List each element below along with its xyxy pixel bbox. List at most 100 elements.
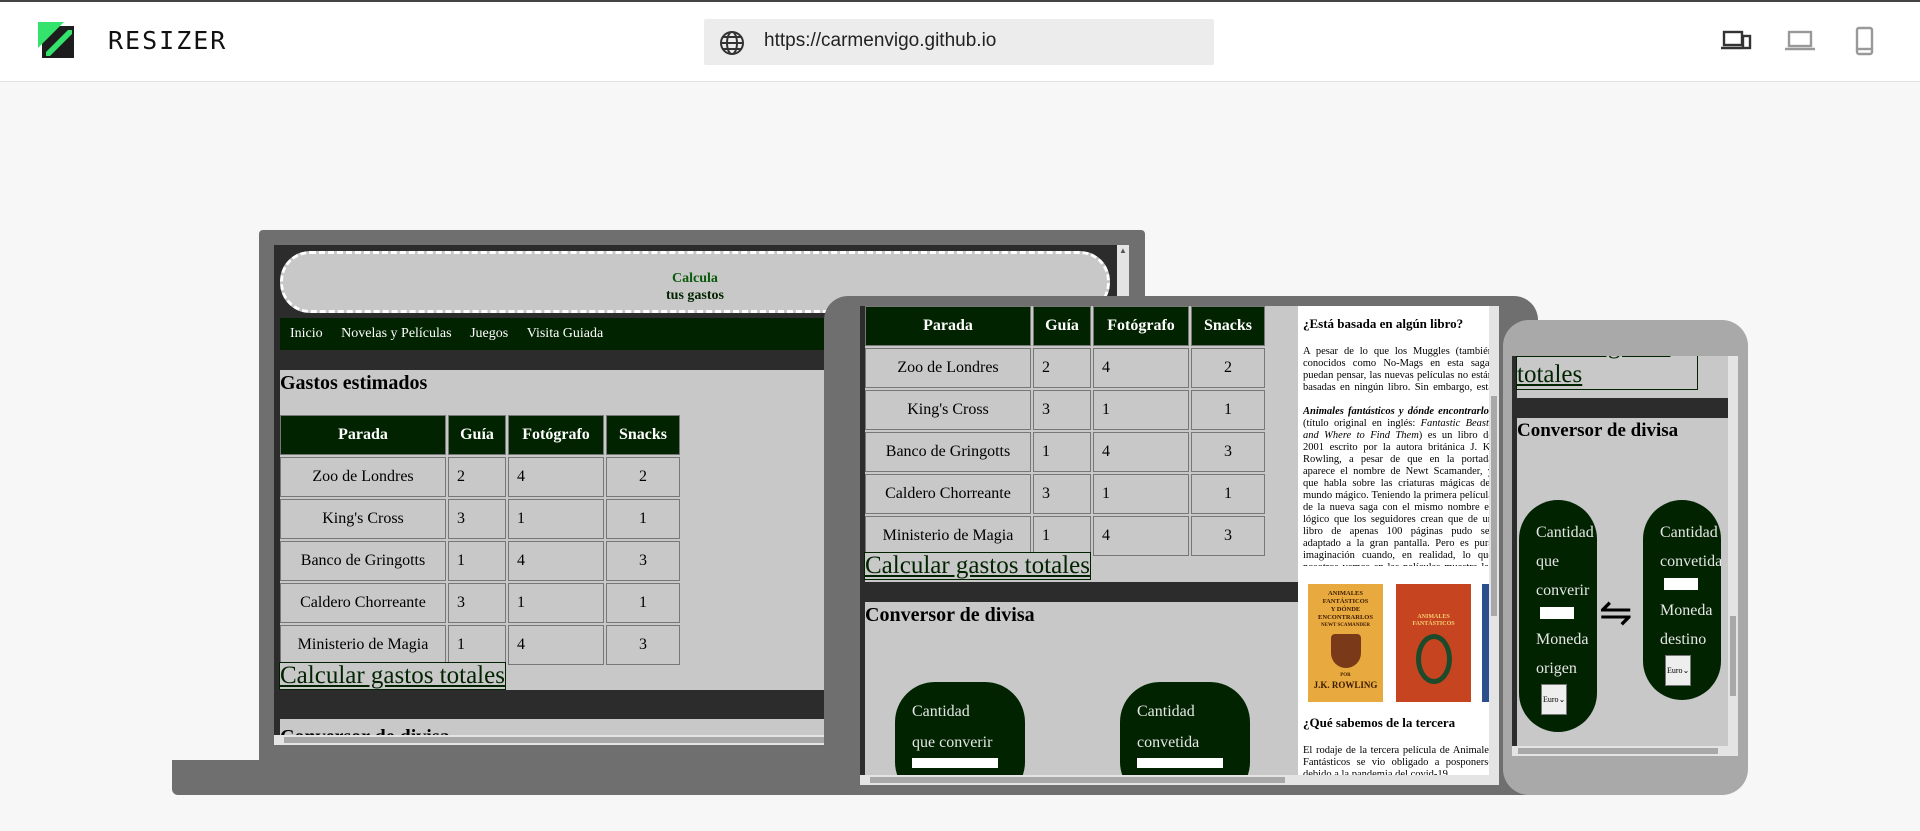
th-snacks: Snacks: [606, 415, 680, 455]
tablet-screen: Parada Guía Fotógrafo Snacks Zoo de Lond…: [860, 306, 1499, 785]
devices-icon[interactable]: [1720, 26, 1752, 56]
cell: 4: [1093, 516, 1189, 556]
url-bar[interactable]: https://carmenvigo.github.io: [704, 19, 1214, 65]
cell: 4: [508, 541, 604, 581]
table-row: King's Cross 3 1 1: [280, 499, 680, 539]
pill-label: Cantidad: [1660, 524, 1718, 541]
cell: 3: [1191, 432, 1265, 472]
th-guia: Guía: [448, 415, 506, 455]
laptop-icon[interactable]: [1784, 26, 1816, 56]
cell: Caldero Chorreante: [280, 583, 446, 623]
book1-line: J.K. ROWLING: [1313, 680, 1378, 690]
book2-line: FANTÁSTICOS: [1412, 621, 1455, 627]
cell: 3: [1033, 474, 1091, 514]
table-row: Ministerio de Magia 1 4 3: [865, 516, 1265, 556]
nav-juegos[interactable]: Juegos: [470, 326, 508, 341]
cell: 3: [448, 499, 506, 539]
table-row: King's Cross 3 1 1: [865, 390, 1265, 430]
table-row: Zoo de Londres 2 4 2: [865, 348, 1265, 388]
target-currency-value[interactable]: Euro: [1667, 666, 1683, 675]
aside-book-title: Animales fantásticos y dónde encontrarlo…: [1303, 406, 1493, 417]
cell: 3: [1033, 390, 1091, 430]
pill-label-1: Cantidad: [1137, 703, 1195, 720]
cell: 1: [1093, 474, 1189, 514]
cell: 2: [448, 457, 506, 497]
aside-question-1: ¿Está basada en algún libro?: [1303, 316, 1464, 331]
cell: 2: [1033, 348, 1091, 388]
table-row: Caldero Chorreante 3 1 1: [280, 583, 680, 623]
phone-icon[interactable]: [1853, 26, 1877, 58]
calc-link[interactable]: Calcular gastos totales: [864, 552, 1091, 580]
globe-icon: [720, 31, 744, 55]
calc-link[interactable]: Calcular gastos totales: [1516, 356, 1698, 390]
origin-currency-select[interactable]: Euro⌄: [1541, 684, 1568, 715]
amount-input[interactable]: [912, 758, 998, 768]
swap-icon[interactable]: ⇋: [1599, 593, 1633, 633]
cell: 1: [606, 499, 680, 539]
phone-gastos-tail: Calcular gastos totales: [1516, 356, 1729, 398]
phone-conversor: Conversor de divisa Cantidad que converi…: [1517, 418, 1729, 756]
table-row: Ministerio de Magia 1 4 3: [280, 625, 680, 665]
book1-line: NEWT SCAMANDER: [1321, 623, 1370, 628]
book1-line: POR: [1340, 673, 1351, 678]
cell: 1: [448, 625, 506, 665]
url-text[interactable]: https://carmenvigo.github.io: [764, 30, 996, 52]
tablet-conversor: Conversor de divisa Cantidad que converi…: [865, 602, 1298, 785]
th-snacks: Snacks: [1191, 306, 1265, 346]
table-row: Banco de Gringotts 1 4 3: [865, 432, 1265, 472]
app-title: RESIZER: [108, 26, 228, 55]
pill-label-1: Cantidad: [912, 703, 970, 720]
nav-novelas[interactable]: Novelas y Películas: [341, 326, 451, 341]
pill-label: convetida: [1660, 553, 1721, 570]
pill-label: converir: [1536, 582, 1590, 599]
pill-label: que: [1536, 553, 1560, 570]
cell: Caldero Chorreante: [865, 474, 1031, 514]
origin-currency-value[interactable]: Euro: [1543, 695, 1559, 704]
book-cover-1: ANIMALES FANTÁSTICOS Y DÓNDE ENCONTRARLO…: [1308, 584, 1383, 702]
phone-hscroll-thumb[interactable]: [1518, 748, 1718, 754]
converted-output: [1137, 758, 1223, 768]
cell: 1: [1033, 516, 1091, 556]
cell: 1: [1033, 432, 1091, 472]
conversor-title: Conversor de divisa: [1517, 420, 1679, 441]
laptop-hscroll-thumb[interactable]: [284, 737, 844, 743]
th-fotografo: Fotógrafo: [508, 415, 604, 455]
scroll-up-arrow[interactable]: ▲: [1119, 246, 1127, 255]
cell: 1: [508, 499, 604, 539]
aside-paragraph-3: El rodaje de la tercera película de Anim…: [1303, 745, 1493, 779]
cell: Zoo de Londres: [280, 457, 446, 497]
pill-label: Moneda: [1536, 631, 1589, 648]
tablet-hscroll-thumb[interactable]: [870, 777, 1285, 783]
cell: 2: [606, 457, 680, 497]
phone-vscroll-thumb[interactable]: [1730, 616, 1736, 696]
nav-inicio[interactable]: Inicio: [290, 326, 323, 341]
phone-screen: Calcular gastos totales Conversor de div…: [1512, 356, 1738, 756]
amount-to-panel: Cantidad convetida Moneda destino Euro⌄: [1643, 500, 1721, 700]
pill-label-2: convetida: [1137, 734, 1200, 751]
th-fotografo: Fotógrafo: [1093, 306, 1189, 346]
cell: 1: [606, 583, 680, 623]
amount-input[interactable]: [1540, 607, 1574, 619]
amount-from-panel: Cantidad que converir Moneda origen Euro…: [1519, 500, 1597, 732]
tablet-vscroll-thumb[interactable]: [1491, 396, 1497, 616]
th-parada: Parada: [280, 415, 446, 455]
nav-visita[interactable]: Visita Guiada: [527, 326, 604, 341]
cell: 1: [448, 541, 506, 581]
aside-question-2: ¿Qué sabemos de la tercera: [1303, 715, 1456, 730]
cell: 3: [606, 541, 680, 581]
hogwarts-crest-icon: [1330, 634, 1361, 668]
book1-line: FANTÁSTICOS: [1322, 598, 1369, 605]
table-header-row: Parada Guía Fotógrafo Snacks: [865, 306, 1265, 346]
resizer-logo-icon: [38, 22, 74, 58]
gastos-table: Parada Guía Fotógrafo Snacks Zoo de Lond…: [278, 413, 682, 667]
cell: 3: [1191, 516, 1265, 556]
serpent-icon: [1415, 634, 1452, 684]
book-cover-2: ANIMALES FANTÁSTICOS: [1396, 584, 1471, 702]
cell: Ministerio de Magia: [865, 516, 1031, 556]
table-row: Zoo de Londres 2 4 2: [280, 457, 680, 497]
table-row: Banco de Gringotts 1 4 3: [280, 541, 680, 581]
calc-link[interactable]: Calcular gastos totales: [279, 662, 506, 690]
target-currency-select[interactable]: Euro⌄: [1665, 655, 1692, 686]
tablet-gastos-table: Parada Guía Fotógrafo Snacks Zoo de Lond…: [863, 306, 1267, 558]
calc-link-text[interactable]: Calcular gastos totales: [1517, 356, 1670, 388]
